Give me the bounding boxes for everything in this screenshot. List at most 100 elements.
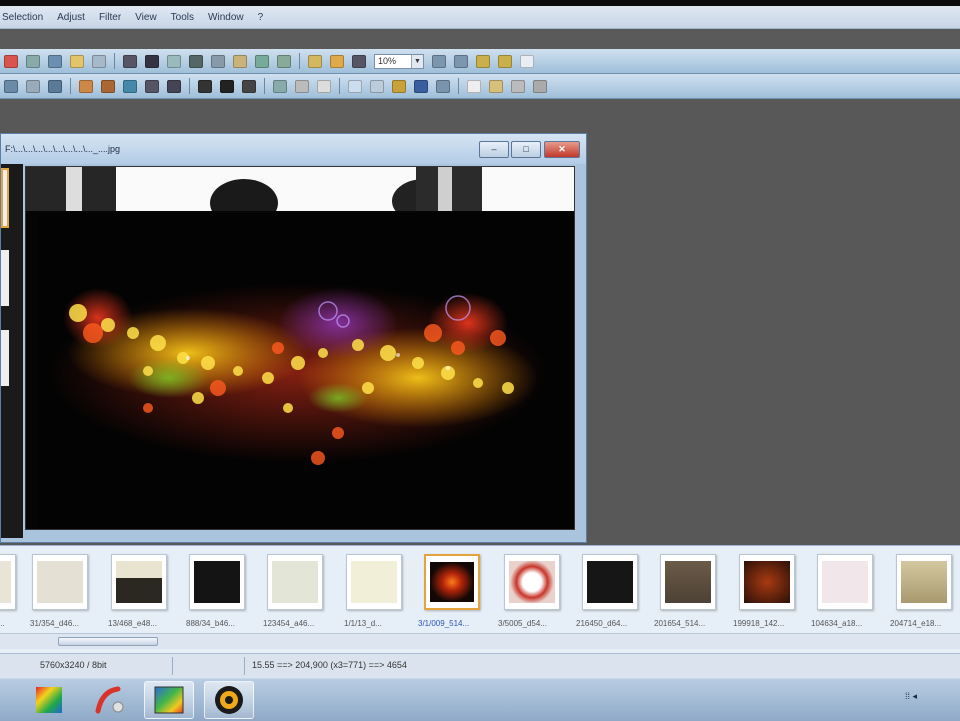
status-separator — [244, 657, 245, 675]
main-toolbar: 10% ▼ — [0, 49, 960, 74]
taskbar-app-media-player[interactable] — [204, 681, 254, 719]
effects-icon[interactable] — [436, 79, 450, 93]
select-icon[interactable] — [4, 79, 18, 93]
chevron-down-icon[interactable]: ▼ — [411, 54, 423, 68]
menu-help[interactable]: ? — [258, 12, 264, 23]
pencil-icon[interactable] — [101, 79, 115, 93]
thumbnail[interactable] — [660, 554, 716, 610]
open-folder-icon[interactable] — [70, 54, 84, 68]
text-icon[interactable] — [145, 79, 159, 93]
copy-icon[interactable] — [167, 54, 181, 68]
menu-filter[interactable]: Filter — [99, 12, 121, 23]
flip-icon[interactable] — [295, 79, 309, 93]
thumbnail-caption: 123454_a46... — [263, 619, 315, 628]
thumbnail-image — [587, 561, 633, 603]
taskbar-app-paint[interactable] — [84, 681, 134, 719]
taskbar-app-image-viewer[interactable] — [144, 681, 194, 719]
fit-window-icon[interactable] — [352, 54, 366, 68]
thumbnail[interactable] — [0, 554, 16, 610]
thumbnail-caption: 13/468_e48... — [108, 619, 157, 628]
save-icon[interactable] — [92, 54, 106, 68]
back-icon[interactable] — [26, 54, 40, 68]
thumbnail[interactable] — [267, 554, 323, 610]
thumbnail-image — [901, 561, 947, 603]
menu-window[interactable]: Window — [208, 12, 244, 23]
scrollbar-thumb[interactable] — [58, 637, 158, 646]
status-position: 15.55 ==> 204,900 (x3=771) ==> 4654 — [252, 660, 407, 670]
paste-icon[interactable] — [189, 54, 203, 68]
film-thumb[interactable] — [1, 250, 9, 306]
fullscreen-icon[interactable] — [330, 54, 344, 68]
print-icon[interactable] — [123, 54, 137, 68]
levels-icon[interactable] — [242, 79, 256, 93]
taskbar-app-color-wheel[interactable] — [24, 681, 74, 719]
color-wheel-icon — [36, 687, 62, 713]
image-canvas[interactable] — [25, 166, 575, 530]
thumbnail[interactable] — [346, 554, 402, 610]
forward-icon[interactable] — [48, 54, 62, 68]
thumbnail-caption: 104634_a18... — [811, 619, 863, 628]
grid-icon[interactable] — [198, 79, 212, 93]
thumbnail[interactable] — [582, 554, 638, 610]
image-window: F:\...\...\...\...\...\...\...\..._....j… — [0, 133, 587, 543]
properties-icon[interactable] — [233, 54, 247, 68]
delete-icon[interactable] — [211, 54, 225, 68]
thumbnail-selected[interactable] — [424, 554, 480, 610]
menu-tools[interactable]: Tools — [171, 12, 194, 23]
close-button[interactable]: ✕ — [544, 141, 580, 158]
thumbnail-caption: 1/1/13_d... — [344, 619, 382, 628]
rotate-left-icon[interactable] — [476, 54, 490, 68]
shape-icon[interactable] — [167, 79, 181, 93]
resize-icon[interactable] — [48, 79, 62, 93]
compare-icon[interactable] — [467, 79, 481, 93]
thumbnail[interactable] — [739, 554, 795, 610]
sharpen-icon[interactable] — [317, 79, 331, 93]
crop-icon[interactable] — [26, 79, 40, 93]
maximize-button[interactable]: □ — [511, 141, 541, 158]
menu-adjust[interactable]: Adjust — [57, 12, 85, 23]
record-icon[interactable] — [4, 54, 18, 68]
film-thumb-selected[interactable] — [1, 168, 9, 228]
toolbar-separator — [339, 78, 340, 94]
brush-icon[interactable] — [79, 79, 93, 93]
thumbnail[interactable] — [896, 554, 952, 610]
redo-icon[interactable] — [277, 54, 291, 68]
thumbnail-image — [744, 561, 790, 603]
slideshow-icon[interactable] — [308, 54, 322, 68]
minimize-button[interactable]: – — [479, 141, 509, 158]
thumbnail-caption-selected: 3/1/009_514... — [418, 619, 470, 628]
bokeh-photo — [38, 213, 574, 529]
thumbnail-scrollbar[interactable] — [0, 633, 960, 649]
settings-icon[interactable] — [533, 79, 547, 93]
thumbnail[interactable] — [189, 554, 245, 610]
system-tray[interactable]: ⁞⁞ ◂ — [905, 691, 917, 702]
zoom-out-icon[interactable] — [454, 54, 468, 68]
color-balance-icon[interactable] — [392, 79, 406, 93]
undo-icon[interactable] — [255, 54, 269, 68]
hue-icon[interactable] — [414, 79, 428, 93]
film-thumb[interactable] — [1, 330, 9, 386]
histogram-icon[interactable] — [220, 79, 234, 93]
batch-icon[interactable] — [489, 79, 503, 93]
fill-icon[interactable] — [123, 79, 137, 93]
thumbnail[interactable] — [504, 554, 560, 610]
email-icon[interactable] — [511, 79, 525, 93]
zoom-in-icon[interactable] — [432, 54, 446, 68]
menu-view[interactable]: View — [135, 12, 157, 23]
brightness-icon[interactable] — [348, 79, 362, 93]
info-icon[interactable] — [520, 54, 534, 68]
thumbnail-caption: 216450_d64... — [576, 619, 628, 628]
thumbnail[interactable] — [32, 554, 88, 610]
thumbnail-image — [194, 561, 240, 603]
rotate-icon[interactable] — [273, 79, 287, 93]
zoom-input[interactable]: 10% ▼ — [374, 53, 424, 69]
edit-toolbar — [0, 74, 960, 99]
rotate-right-icon[interactable] — [498, 54, 512, 68]
thumbnail[interactable] — [817, 554, 873, 610]
contrast-icon[interactable] — [370, 79, 384, 93]
scan-icon[interactable] — [145, 54, 159, 68]
menu-selection[interactable]: Selection — [2, 12, 43, 23]
status-separator — [172, 657, 173, 675]
thumbnail[interactable] — [111, 554, 167, 610]
image-window-titlebar[interactable]: F:\...\...\...\...\...\...\...\..._....j… — [1, 134, 586, 164]
